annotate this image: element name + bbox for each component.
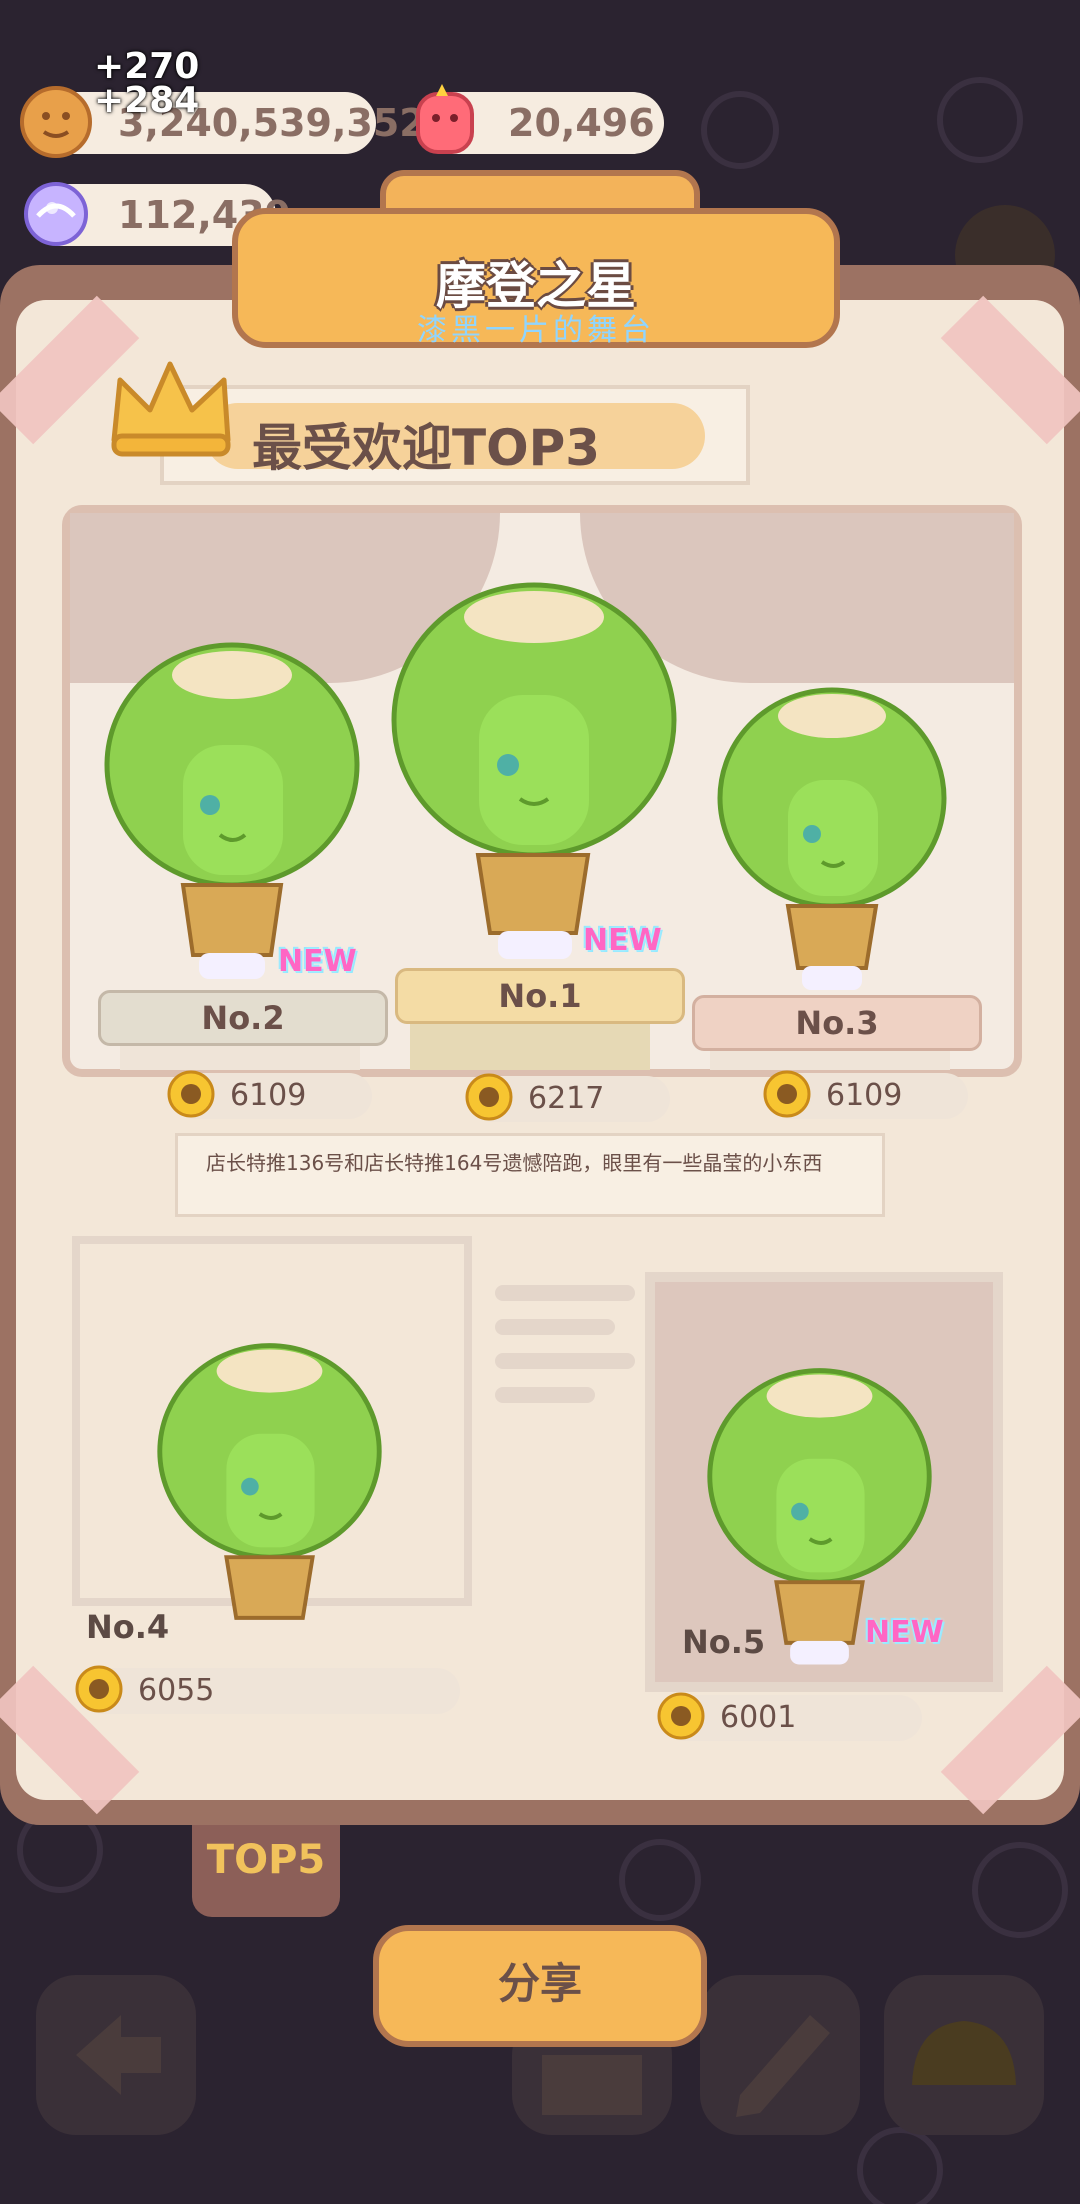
score-value: 6109 <box>826 1078 903 1113</box>
score-no5: 6001 <box>657 1692 922 1741</box>
score-no3: 6109 <box>763 1070 968 1119</box>
podium-no3: No.3 <box>692 995 982 1051</box>
jelly-bear-icon <box>416 84 474 154</box>
rank-no5: No.5 <box>682 1623 766 1661</box>
character-no2 <box>104 642 360 979</box>
score-value: 6055 <box>138 1673 215 1708</box>
crown-icon <box>111 361 231 457</box>
build-button[interactable] <box>884 1975 1044 2135</box>
score-no1: 6217 <box>465 1073 670 1122</box>
share-button[interactable]: 分享 <box>373 1925 707 2047</box>
score-value: 6109 <box>230 1078 307 1113</box>
score-no4: 6055 <box>75 1665 460 1714</box>
jelly-value: 20,496 <box>508 101 655 145</box>
character-no3 <box>717 687 947 990</box>
coin-counter[interactable]: 3,240,539,352 <box>20 86 426 158</box>
hard-hat-icon <box>912 2021 1016 2085</box>
comment-box: 店长特推136号和店长特推164号遗憾陪跑，眼里有一些晶莹的小东西 <box>175 1133 885 1217</box>
podium-no1: No.1 <box>395 968 685 1024</box>
crystal-candy-icon <box>24 182 88 246</box>
new-badge-no1: NEW <box>583 923 662 958</box>
score-value: 6001 <box>720 1700 797 1735</box>
character-no4 <box>157 1343 382 1620</box>
new-badge-no5: NEW <box>865 1615 944 1650</box>
character-no1 <box>391 582 677 959</box>
page-subtitle: 漆黑一片的舞台 <box>417 313 655 348</box>
sunflower-icon <box>763 1070 811 1118</box>
sunflower-icon <box>465 1073 513 1121</box>
edit-button[interactable] <box>700 1975 860 2135</box>
sunflower-icon <box>167 1070 215 1118</box>
podium-no2: No.2 <box>98 990 388 1046</box>
score-value: 6217 <box>528 1081 605 1116</box>
rank-no4: No.4 <box>86 1608 170 1646</box>
pencil-icon <box>736 2015 830 2117</box>
back-arrow-icon <box>76 2015 161 2095</box>
section-heading: 最受欢迎TOP3 <box>252 419 601 477</box>
jelly-counter[interactable]: 20,496 <box>416 84 664 154</box>
sunflower-icon <box>657 1692 705 1740</box>
tab-top5[interactable]: TOP5 <box>192 1825 340 1917</box>
coin-gain-2: +284 <box>94 80 200 121</box>
score-no2: 6109 <box>167 1070 372 1119</box>
decor-lines <box>495 1285 635 1403</box>
new-badge-no2: NEW <box>278 944 357 979</box>
sunflower-icon <box>75 1665 123 1713</box>
back-button[interactable] <box>36 1975 196 2135</box>
cookie-coin-icon <box>20 86 92 158</box>
